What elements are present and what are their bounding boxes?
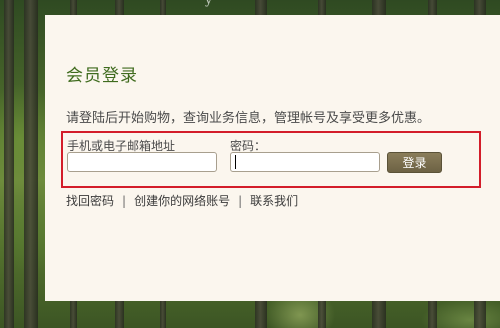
- forgot-password-link[interactable]: 找回密码: [66, 194, 114, 208]
- link-separator: |: [122, 194, 127, 208]
- text-cursor: [235, 155, 236, 169]
- password-input[interactable]: [230, 152, 380, 172]
- link-separator: |: [238, 194, 243, 208]
- tree-trunk: [24, 0, 38, 328]
- login-button[interactable]: 登录: [387, 152, 442, 173]
- contact-us-link[interactable]: 联系我们: [250, 194, 298, 208]
- tree-trunk: [4, 0, 14, 328]
- page-title: 会员登录: [66, 66, 138, 86]
- account-input[interactable]: [67, 152, 217, 172]
- login-form: 手机或电子邮箱地址 密码： 登录: [61, 131, 481, 188]
- forest-background: y 会员登录 请登陆后开始购物，查询业务信息，管理帐号及享受更多优惠。 手机或电…: [0, 0, 500, 328]
- account-links: 找回密码 | 创建你的网络账号 | 联系我们: [66, 192, 298, 209]
- login-intro-text: 请登陆后开始购物，查询业务信息，管理帐号及享受更多优惠。: [66, 111, 431, 126]
- login-panel: 会员登录 请登陆后开始购物，查询业务信息，管理帐号及享受更多优惠。 手机或电子邮…: [45, 15, 500, 301]
- create-account-link[interactable]: 创建你的网络账号: [134, 194, 230, 208]
- site-logo-fragment: y: [205, 0, 213, 8]
